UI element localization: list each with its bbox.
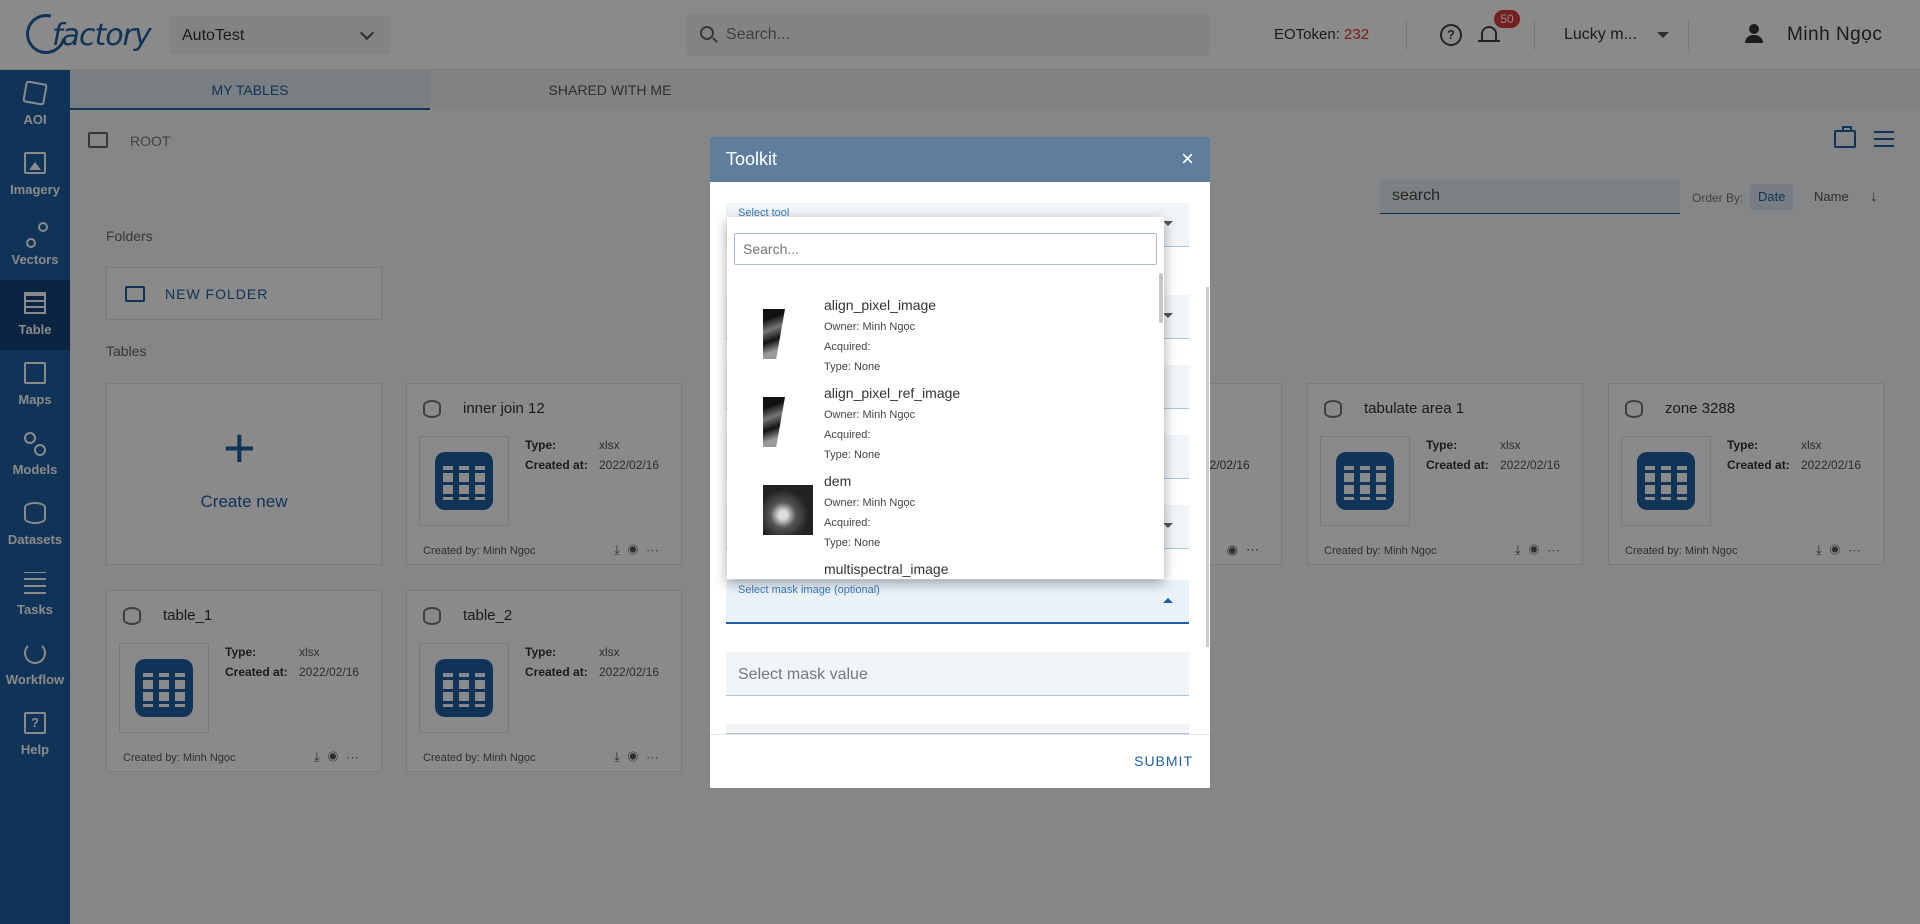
option-type: Type: None	[824, 361, 881, 373]
caret-up-icon	[1163, 598, 1173, 603]
dropdown-search[interactable]	[734, 233, 1157, 265]
mask-value-placeholder: Select mask value	[738, 666, 868, 683]
caret-down-icon	[1163, 523, 1173, 528]
mask-image-label: Select mask image (optional)	[738, 584, 880, 596]
caret-down-icon	[1163, 221, 1173, 226]
modal-footer: SUBMIT	[710, 734, 1210, 788]
option-type: Type: None	[824, 537, 881, 549]
option-name: align_pixel_image	[824, 297, 937, 313]
option-name: align_pixel_ref_image	[824, 385, 961, 401]
option-type: Type: None	[824, 449, 881, 461]
dropdown-search-input[interactable]	[743, 241, 1143, 257]
modal-header: Toolkit ×	[710, 137, 1210, 182]
option-owner: Owner: Minh Ngọc	[824, 409, 916, 421]
dropdown-option[interactable]: align_pixel_ref_image Owner: Minh Ngọc A…	[727, 383, 1157, 471]
option-owner: Owner: Minh Ngọc	[824, 497, 916, 509]
hidden-field[interactable]	[726, 724, 1189, 734]
mask-image-dropdown: align_pixel_image Owner: Minh Ngọc Acqui…	[727, 217, 1164, 579]
caret-down-icon	[1163, 313, 1173, 318]
dropdown-option[interactable]: dem Owner: Minh Ngọc Acquired: Type: Non…	[727, 471, 1157, 559]
image-thumbnail	[763, 485, 813, 535]
close-icon[interactable]: ×	[1181, 146, 1194, 172]
dropdown-option[interactable]: align_pixel_image Owner: Minh Ngọc Acqui…	[727, 295, 1157, 383]
mask-value-select[interactable]: Select mask value	[726, 652, 1189, 696]
mask-image-select[interactable]: Select mask image (optional)	[726, 580, 1189, 624]
option-owner: Owner: Minh Ngọc	[824, 321, 916, 333]
option-acquired: Acquired:	[824, 429, 871, 441]
modal-scrollbar[interactable]	[1206, 287, 1209, 647]
option-acquired: Acquired:	[824, 341, 871, 353]
dropdown-option[interactable]: multispectral_image	[727, 559, 1157, 579]
option-acquired: Acquired:	[824, 517, 871, 529]
option-name: dem	[824, 473, 852, 489]
option-name: multispectral_image	[824, 561, 949, 577]
image-thumbnail	[763, 309, 785, 359]
image-thumbnail	[763, 397, 785, 447]
submit-button[interactable]: SUBMIT	[1134, 753, 1193, 769]
dropdown-scrollbar[interactable]	[1159, 273, 1163, 323]
modal-title: Toolkit	[726, 149, 778, 169]
